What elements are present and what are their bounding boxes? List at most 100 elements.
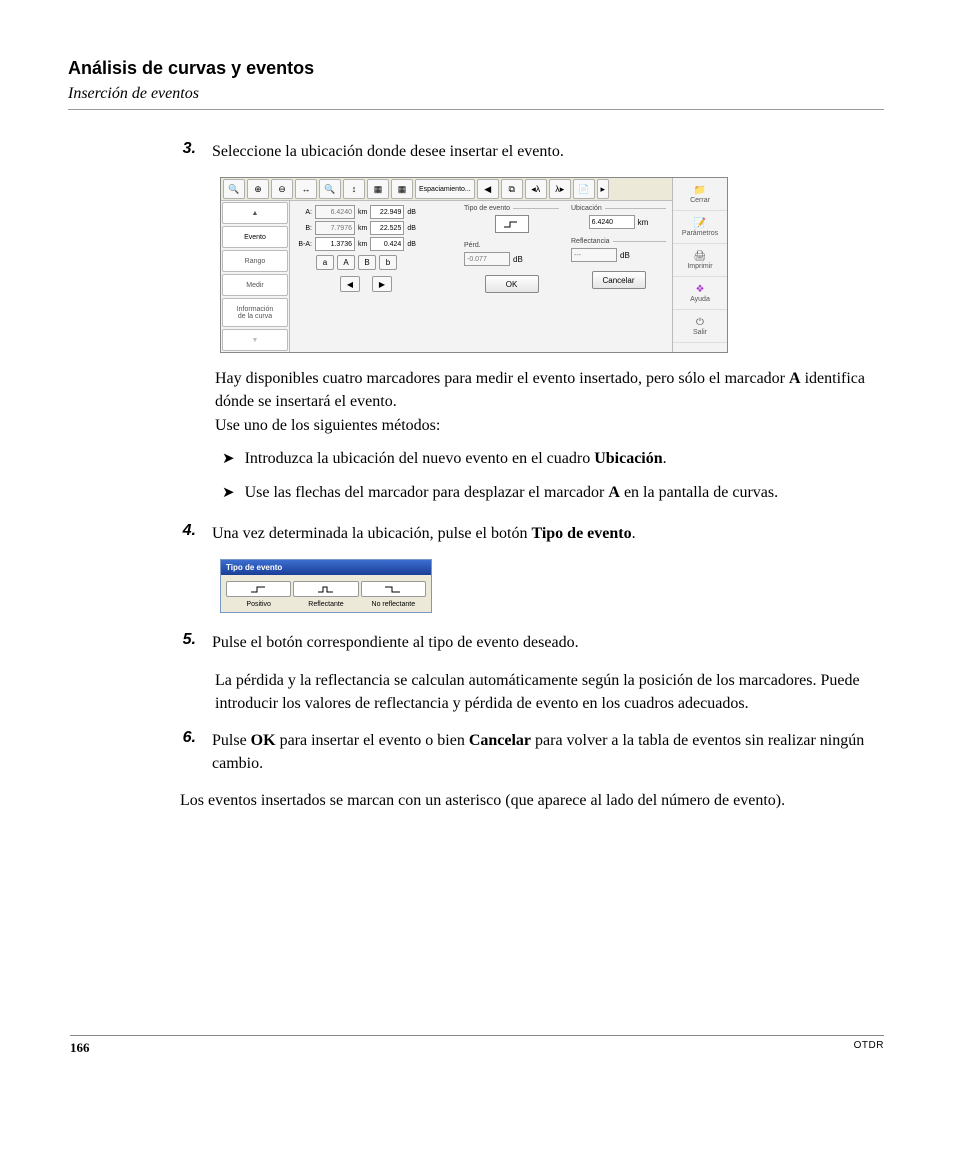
marker-left-arrow[interactable]: ◀	[340, 276, 360, 292]
marker-B-dist-unit: km	[358, 225, 367, 232]
screenshot-event-type-dialog: Tipo de evento Positivo Reflectante No r…	[220, 559, 432, 613]
reflectance-unit: dB	[620, 251, 630, 260]
paragraph-markers: Hay disponibles cuatro marcadores para m…	[215, 367, 884, 437]
prev-lambda-icon[interactable]: ◂λ	[525, 179, 547, 199]
marker-A-dist: 6.4240	[315, 205, 355, 219]
traces-icon[interactable]: ⧉	[501, 179, 523, 199]
printer-icon: 🖨	[694, 251, 707, 263]
event-type-icon	[503, 219, 521, 229]
sidebar-help-label: Ayuda	[690, 296, 710, 303]
right-sidebar: 📁 Cerrar 📝 Parámetros 🖨 Imprimir ❖ Ayuda…	[672, 178, 727, 352]
section-title: Análisis de curvas y eventos	[68, 58, 884, 79]
step-up-icon	[250, 585, 268, 593]
marker-right-arrow[interactable]: ▶	[372, 276, 392, 292]
zoom-full-icon[interactable]: 🔍	[223, 179, 245, 199]
marker-btn-b[interactable]: b	[379, 255, 397, 270]
power-icon: ⏻	[696, 317, 704, 329]
folder-icon: 📁	[694, 185, 706, 197]
zoom-in-icon[interactable]: ⊕	[247, 179, 269, 199]
tab-info-curva[interactable]: Información de la curva	[222, 298, 288, 327]
marker-BA-label: B-A:	[294, 241, 312, 248]
loss-label: Pérd.	[464, 242, 481, 249]
step-down-icon	[384, 585, 402, 593]
zoom-v-icon[interactable]: ↕	[343, 179, 365, 199]
tab-down[interactable]: ▼	[222, 329, 288, 351]
sidebar-help[interactable]: ❖ Ayuda	[673, 277, 727, 310]
zoom-h-icon[interactable]: ↔	[295, 179, 317, 199]
reflective-type-button[interactable]	[293, 581, 358, 597]
reflectance-label: Reflectancia	[571, 238, 610, 245]
marker-BA-dist-unit: km	[358, 241, 367, 248]
bullet-icon: ➤	[222, 483, 235, 505]
sidebar-print[interactable]: 🖨 Imprimir	[673, 244, 727, 277]
sidebar-close[interactable]: 📁 Cerrar	[673, 178, 727, 211]
marker-B-loss-unit: dB	[407, 225, 416, 232]
zoom-area-icon[interactable]: 🔍	[319, 179, 341, 199]
marker-B-dist: 7.7976	[315, 221, 355, 235]
bullet-2: Use las flechas del marcador para despla…	[245, 481, 779, 505]
marker-A-loss-unit: dB	[407, 209, 416, 216]
next-lambda-icon[interactable]: λ▸	[549, 179, 571, 199]
tab-evento[interactable]: Evento	[222, 226, 288, 248]
marker-btn-A[interactable]: A	[337, 255, 355, 270]
ok-button[interactable]: OK	[485, 275, 539, 293]
page-number: 166	[70, 1040, 90, 1056]
tab-rango[interactable]: Rango	[222, 250, 288, 272]
marker-A-dist-unit: km	[358, 209, 367, 216]
event-type-label: Tipo de evento	[464, 205, 510, 212]
spacing-button[interactable]: Espaciamiento...	[415, 179, 475, 199]
step-6-text: Pulse OK para insertar el evento o bien …	[212, 729, 884, 775]
page-footer: 166 OTDR	[70, 1035, 884, 1056]
marker-A-loss: 22.949	[370, 205, 404, 219]
cancel-button[interactable]: Cancelar	[592, 271, 646, 289]
event-form: Tipo de evento Pérd. -0.077 dB OK Ubicac…	[458, 201, 672, 352]
event-type-button[interactable]	[495, 215, 529, 233]
sidebar-params[interactable]: 📝 Parámetros	[673, 211, 727, 244]
positive-type-button[interactable]	[226, 581, 291, 597]
scale-icon[interactable]: ▦	[391, 179, 413, 199]
marker-B-label: B:	[294, 225, 312, 232]
marker-A-label: A:	[294, 209, 312, 216]
report-icon[interactable]: 📄	[573, 179, 595, 199]
sidebar-exit[interactable]: ⏻ Salir	[673, 310, 727, 343]
tab-medir[interactable]: Medir	[222, 274, 288, 296]
step-3-number: 3.	[180, 140, 196, 163]
positive-label: Positivo	[246, 601, 271, 608]
marker-btn-a[interactable]: a	[316, 255, 334, 270]
section-subtitle: Inserción de eventos	[68, 85, 884, 103]
zoom-out-icon[interactable]: ⊖	[271, 179, 293, 199]
closing-paragraph: Los eventos insertados se marcan con un …	[180, 789, 884, 812]
location-label: Ubicación	[571, 205, 602, 212]
help-icon: ❖	[696, 284, 705, 296]
reflective-label: Reflectante	[308, 601, 343, 608]
step-3-text: Seleccione la ubicación donde desee inse…	[212, 140, 564, 163]
bullet-icon: ➤	[222, 449, 235, 471]
nonreflective-label: No reflectante	[372, 601, 416, 608]
loss-value: -0.077	[464, 252, 510, 266]
location-input[interactable]: 6.4240	[589, 215, 635, 229]
toolbar: 🔍 ⊕ ⊖ ↔ 🔍 ↕ ▦ ▦ Espaciamiento... ◀ ⧉ ◂λ …	[221, 178, 672, 201]
overflow-icon[interactable]: ▸	[597, 179, 609, 199]
tab-info-line2: de la curva	[238, 313, 272, 320]
marker-BA-loss: 0.424	[370, 237, 404, 251]
step-5-text: Pulse el botón correspondiente al tipo d…	[212, 631, 579, 654]
marker-B-loss: 22.525	[370, 221, 404, 235]
screenshot-insert-event-panel: 🔍 ⊕ ⊖ ↔ 🔍 ↕ ▦ ▦ Espaciamiento... ◀ ⧉ ◂λ …	[220, 177, 728, 353]
tab-up[interactable]: ▲	[222, 202, 288, 224]
sidebar-print-label: Imprimir	[687, 263, 712, 270]
nonreflective-type-button[interactable]	[361, 581, 426, 597]
sidebar-params-label: Parámetros	[682, 230, 718, 237]
prev-trace-icon[interactable]: ◀	[477, 179, 499, 199]
marker-BA-loss-unit: dB	[407, 241, 416, 248]
tab-info-line1: Información	[237, 306, 274, 313]
grid-icon[interactable]: ▦	[367, 179, 389, 199]
step-6-number: 6.	[180, 729, 196, 775]
pulse-icon	[317, 585, 335, 593]
dialog-title: Tipo de evento	[221, 560, 431, 575]
loss-unit: dB	[513, 255, 523, 264]
edit-icon: 📝	[694, 218, 706, 230]
product-name: OTDR	[854, 1040, 884, 1056]
markers-panel: A: 6.4240 km 22.949 dB B: 7.7976 km 22.5…	[290, 201, 458, 352]
sidebar-exit-label: Salir	[693, 329, 707, 336]
marker-btn-B[interactable]: B	[358, 255, 376, 270]
